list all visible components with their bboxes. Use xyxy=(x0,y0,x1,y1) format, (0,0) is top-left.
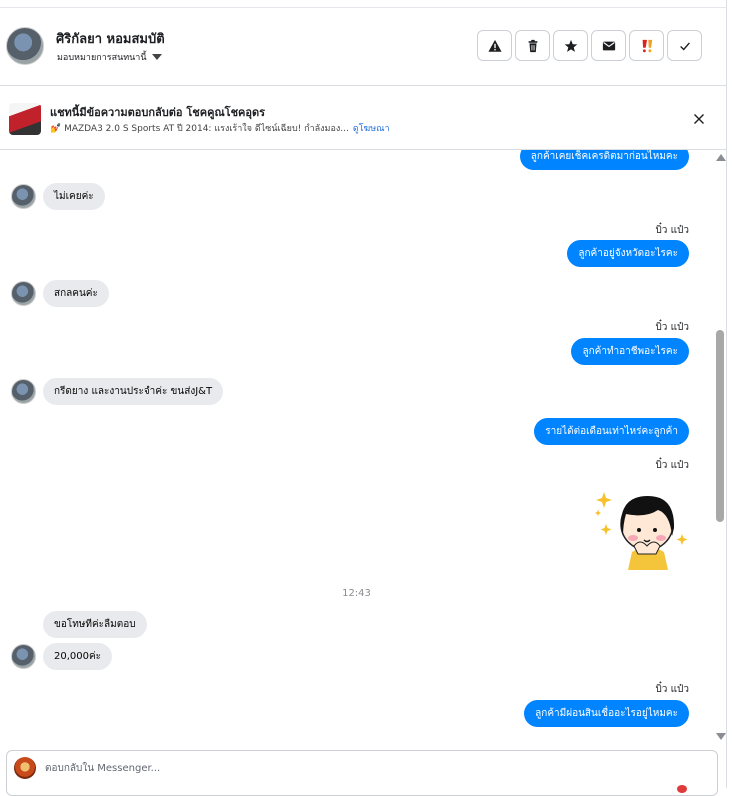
view-ad-link[interactable]: ดูโฆษณา xyxy=(353,124,390,134)
contact-avatar[interactable] xyxy=(6,27,44,65)
report-spam-button[interactable] xyxy=(477,30,512,61)
warning-icon xyxy=(487,39,502,52)
message-bubble-outgoing[interactable]: ลูกค้าเคยเช็คเครดิตมาก่อนไหมคะ xyxy=(519,150,689,170)
chevron-down-icon xyxy=(151,54,162,60)
scroll-down-arrow-icon[interactable] xyxy=(716,733,726,740)
follow-up-button[interactable] xyxy=(629,30,664,61)
scrollbar-thumb[interactable] xyxy=(716,330,724,522)
contact-avatar-small[interactable] xyxy=(11,379,36,404)
message-bubble-incoming[interactable]: สกลคนค่ะ xyxy=(43,280,109,307)
close-banner-button[interactable] xyxy=(690,110,708,128)
contact-avatar-small[interactable] xyxy=(11,281,36,306)
top-divider xyxy=(0,0,727,8)
reply-composer xyxy=(6,750,718,796)
sticker-girl-sparkle[interactable] xyxy=(592,480,690,570)
reply-input[interactable] xyxy=(45,758,685,778)
sender-name: บิ๋ว แป๋ว xyxy=(655,684,689,695)
messenger-panel: ศิริกัลยา หอมสมบัติ มอบหมายการสนทนานี้ แ… xyxy=(0,0,727,796)
header-actions xyxy=(477,30,702,61)
message-timestamp: 12:43 xyxy=(342,588,371,599)
contact-avatar-small[interactable] xyxy=(11,644,36,669)
page-avatar xyxy=(14,757,36,779)
assign-label: มอบหมายการสนทนานี้ xyxy=(57,53,147,63)
message-bubble-incoming[interactable]: ขอโทษทีค่ะลืมตอบ xyxy=(43,611,147,638)
ad-reply-banner: แชทนี้มีข้อความตอบกลับต่อ โชคคูณโชคอุดร … xyxy=(0,86,727,150)
conversation-header: ศิริกัลยา หอมสมบัติ มอบหมายการสนทนานี้ xyxy=(0,8,727,86)
assign-conversation-dropdown[interactable]: มอบหมายการสนทนานี้ xyxy=(57,50,162,64)
trash-icon xyxy=(528,39,537,52)
message-bubble-outgoing[interactable]: ลูกค้ามีผ่อนสินเชื่ออะไรอยู่ไหมคะ xyxy=(524,700,689,727)
reaction-icon[interactable] xyxy=(677,785,687,793)
contact-name[interactable]: ศิริกัลยา หอมสมบัติ xyxy=(56,28,165,49)
sender-name: บิ๋ว แป๋ว xyxy=(655,460,689,471)
star-icon xyxy=(564,39,577,52)
message-thread[interactable]: ลูกค้าเคยเช็คเครดิตมาก่อนไหมคะ ไม่เคยค่ะ… xyxy=(0,150,713,746)
follow-up-icon xyxy=(642,39,652,52)
star-button[interactable] xyxy=(553,30,588,61)
checkmark-icon xyxy=(679,41,690,51)
message-bubble-incoming[interactable]: ไม่เคยค่ะ xyxy=(43,183,105,210)
thread-scrollbar[interactable] xyxy=(713,150,727,746)
ad-description-text: 💅 MAZDA3 2.0 S Sports AT ปี 2014: แรงเร้… xyxy=(50,124,349,134)
contact-avatar-small[interactable] xyxy=(11,184,36,209)
close-icon xyxy=(694,114,704,124)
envelope-icon xyxy=(602,41,615,50)
message-bubble-outgoing[interactable]: ลูกค้าอยู่จังหวัดอะไรคะ xyxy=(567,240,689,267)
ad-banner-description: 💅 MAZDA3 2.0 S Sports AT ปี 2014: แรงเร้… xyxy=(50,121,390,135)
scroll-up-arrow-icon[interactable] xyxy=(716,154,726,161)
message-bubble-outgoing[interactable]: ลูกค้าทำอาชีพอะไรคะ xyxy=(571,338,689,365)
ad-thumbnail[interactable] xyxy=(9,103,41,135)
mark-done-button[interactable] xyxy=(667,30,702,61)
mark-unread-button[interactable] xyxy=(591,30,626,61)
message-bubble-incoming[interactable]: 20,000ค่ะ xyxy=(43,643,113,670)
delete-button[interactable] xyxy=(515,30,550,61)
message-bubble-outgoing[interactable]: รายได้ต่อเดือนเท่าไหร่คะลูกค้า xyxy=(534,418,689,445)
sender-name: บิ๋ว แป๋ว xyxy=(655,225,689,236)
ad-banner-title: แชทนี้มีข้อความตอบกลับต่อ โชคคูณโชคอุดร xyxy=(50,106,266,119)
message-bubble-incoming[interactable]: กรีดยาง และงานประจำค่ะ ขนส่งJ&T xyxy=(43,378,224,405)
sender-name: บิ๋ว แป๋ว xyxy=(655,322,689,333)
